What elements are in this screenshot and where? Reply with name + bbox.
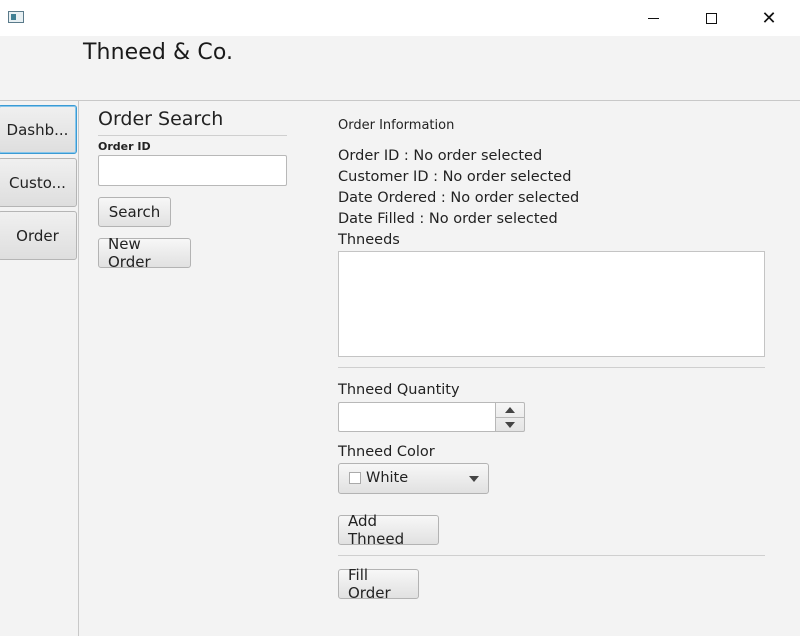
dropdown-arrow-icon [469,476,479,482]
thneed-quantity-label: Thneed Quantity [338,382,460,398]
order-search-title: Order Search [98,108,224,130]
section-divider [338,367,765,368]
order-id-value: Order ID : No order selected [338,148,543,164]
chevron-down-icon [505,422,515,428]
sidebar-item-customers[interactable]: Custo... [0,158,77,207]
section-divider [338,555,765,556]
increment-button[interactable] [496,403,524,418]
thneed-quantity-input[interactable] [338,402,496,432]
date-filled-value: Date Filled : No order selected [338,211,558,227]
color-swatch [349,472,361,484]
decrement-button[interactable] [496,418,524,432]
header-divider [0,100,800,101]
quantity-stepper[interactable] [495,402,525,432]
thneeds-label: Thneeds [338,232,400,248]
sidebar-divider [78,101,79,636]
close-button[interactable]: ✕ [740,0,798,36]
app-window-icon [8,11,24,23]
new-order-button[interactable]: New Order [98,235,191,271]
app-title: Thneed & Co. [83,40,234,65]
sidebar-item-order[interactable]: Order [0,211,77,260]
order-id-label: Order ID [98,140,151,153]
maximize-icon [705,12,717,24]
customer-id-value: Customer ID : No order selected [338,169,572,185]
order-id-input[interactable] [98,155,287,186]
sidebar-item-label: Custo... [9,173,66,192]
maximize-button[interactable] [682,0,740,36]
date-ordered-value: Date Ordered : No order selected [338,190,580,206]
minimize-icon [647,17,659,19]
thneed-color-select[interactable]: White [338,463,489,494]
sidebar-item-dashboard[interactable]: Dashb... [0,105,77,154]
thneed-color-label: Thneed Color [338,444,435,460]
minimize-button[interactable] [624,0,682,36]
thneeds-list[interactable] [338,251,765,357]
sidebar-item-label: Order [16,226,59,245]
order-information-title: Order Information [338,118,455,133]
close-icon: ✕ [761,7,777,29]
add-thneed-button[interactable]: Add Thneed [338,512,439,548]
search-button[interactable]: Search [98,197,171,227]
fill-order-button[interactable]: Fill Order [338,566,419,602]
sidebar-item-label: Dashb... [6,120,69,139]
color-select-value: White [366,470,409,486]
chevron-up-icon [505,407,515,413]
order-search-divider [98,135,287,136]
